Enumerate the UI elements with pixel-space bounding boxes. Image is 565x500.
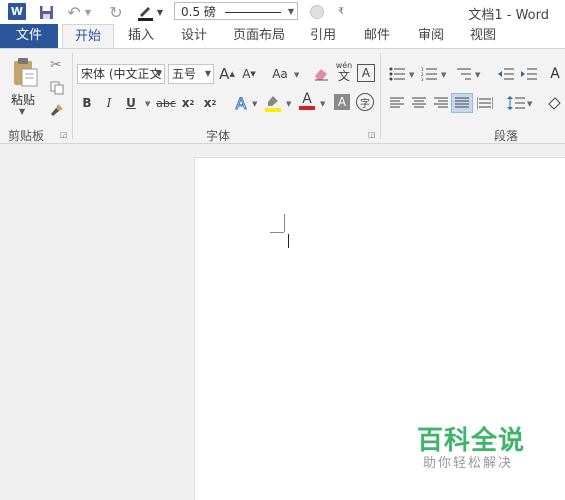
subscript-button[interactable]: x2 xyxy=(180,93,196,113)
line-spacing-icon[interactable] xyxy=(506,93,526,113)
superscript-button[interactable]: x2 xyxy=(202,93,218,113)
title-bar: W ↶ ▼ ↻ ▼ 0.5 磅 ▼ ₹ 文档1 - Word xyxy=(0,0,565,24)
clipboard-launcher-icon[interactable]: ◲ xyxy=(60,131,68,139)
tab-review[interactable]: 审阅 xyxy=(410,24,452,48)
highlight-dropdown-icon[interactable]: ▼ xyxy=(286,100,291,108)
chevron-down-icon: ▼ xyxy=(287,7,294,16)
phonetic-guide-button[interactable]: wén 文 xyxy=(334,61,354,83)
undo-icon[interactable]: ↶ xyxy=(66,3,82,22)
increase-indent-icon[interactable] xyxy=(520,64,538,84)
tab-insert[interactable]: 插入 xyxy=(120,24,162,48)
font-color-button[interactable]: A xyxy=(298,91,316,111)
customize-quick-access-icon[interactable]: ₹ xyxy=(336,3,346,21)
character-shading-button[interactable]: A xyxy=(334,94,350,110)
shrink-font-icon: A xyxy=(242,67,251,81)
multilevel-list-icon[interactable] xyxy=(454,64,472,84)
font-size-select[interactable]: 五号 ▼ xyxy=(168,64,214,84)
pen-color-icon[interactable] xyxy=(136,3,154,21)
enclose-characters-button[interactable]: 字 xyxy=(356,93,374,111)
font-name-select[interactable]: 宋体 (中文正文 ▼ xyxy=(77,64,165,84)
superscript-mark: 2 xyxy=(211,99,217,107)
shading-icon[interactable] xyxy=(546,93,564,113)
margin-mark xyxy=(270,232,284,233)
font-launcher-icon[interactable]: ◲ xyxy=(368,131,376,139)
clipboard-group-label: 剪贴板 xyxy=(8,129,45,143)
tab-design[interactable]: 设计 xyxy=(172,24,216,48)
watermark-subtitle: 助你轻松解决 xyxy=(423,456,514,471)
document-title: 文档1 - Word xyxy=(468,8,549,23)
circle-shape-icon[interactable] xyxy=(310,5,324,19)
bullets-icon[interactable] xyxy=(388,64,406,84)
ribbon-home: 粘贴 ▼ ✂ 剪贴板 ◲ 宋体 (中文正文 ▼ 五号 ▼ A ▲ A ▼ Aa ▼ … xyxy=(0,48,565,144)
paragraph-group-label: 段落 xyxy=(494,129,519,143)
align-center-icon[interactable] xyxy=(410,93,428,113)
tab-references[interactable]: 引用 xyxy=(302,24,344,48)
margin-mark xyxy=(284,214,285,232)
cut-icon[interactable]: ✂ xyxy=(50,57,62,73)
paste-button[interactable]: 粘贴 xyxy=(11,91,35,108)
format-painter-icon[interactable] xyxy=(50,103,64,117)
paste-dropdown-icon[interactable]: ▼ xyxy=(19,107,25,116)
chevron-down-icon: ▼ xyxy=(204,69,211,78)
bold-button[interactable]: B xyxy=(80,93,94,113)
group-divider xyxy=(72,53,73,139)
change-case-button[interactable]: Aa xyxy=(268,64,292,84)
line-weight-select[interactable]: 0.5 磅 ▼ xyxy=(174,2,298,20)
group-divider xyxy=(380,53,381,139)
numbering-dropdown-icon[interactable]: ▼ xyxy=(441,71,446,79)
font-size-value: 五号 xyxy=(172,67,197,81)
chevron-down-icon: ▼ xyxy=(155,69,162,78)
font-group-label: 字体 xyxy=(206,129,231,143)
sort-icon[interactable]: A xyxy=(546,64,564,84)
phonetic-bottom: 文 xyxy=(337,69,350,83)
tab-view[interactable]: 视图 xyxy=(462,24,504,48)
justify-icon[interactable] xyxy=(451,93,473,113)
underline-button[interactable]: U xyxy=(124,93,138,113)
clear-formatting-icon[interactable] xyxy=(312,64,330,84)
subscript-mark: 2 xyxy=(189,99,195,107)
line-weight-sample xyxy=(225,12,281,13)
underline-dropdown-icon[interactable]: ▼ xyxy=(145,100,150,108)
tab-page-layout[interactable]: 页面布局 xyxy=(228,24,290,48)
tab-home[interactable]: 开始 xyxy=(62,24,114,49)
text-effects-dropdown-icon[interactable]: ▼ xyxy=(252,100,257,108)
text-effects-button[interactable]: A xyxy=(232,93,250,113)
bullets-dropdown-icon[interactable]: ▼ xyxy=(409,71,414,79)
save-icon[interactable] xyxy=(38,3,54,21)
font-color-dropdown-icon[interactable]: ▼ xyxy=(320,100,325,108)
character-border-button[interactable]: A xyxy=(357,64,375,82)
text-cursor xyxy=(288,234,289,248)
pen-dropdown-icon[interactable]: ▼ xyxy=(156,3,164,21)
undo-dropdown-icon[interactable]: ▼ xyxy=(84,3,92,21)
tab-file[interactable]: 文件 xyxy=(0,24,58,48)
grow-font-button[interactable]: A ▲ xyxy=(218,64,236,84)
word-logo-icon: W xyxy=(8,3,26,20)
distributed-icon[interactable] xyxy=(476,93,494,113)
change-case-dropdown-icon[interactable]: ▼ xyxy=(294,71,299,79)
font-name-value: 宋体 (中文正文 xyxy=(81,67,162,81)
multilevel-dropdown-icon[interactable]: ▼ xyxy=(475,71,480,79)
ribbon-tabs: 文件 开始 插入 设计 页面布局 引用 邮件 审阅 视图 xyxy=(0,24,565,49)
redo-icon[interactable]: ↻ xyxy=(108,3,124,22)
superscript-x: x xyxy=(203,96,212,110)
line-spacing-dropdown-icon[interactable]: ▼ xyxy=(527,100,532,108)
grow-font-icon: A xyxy=(219,65,230,83)
decrease-indent-icon[interactable] xyxy=(497,64,515,84)
tab-mailings[interactable]: 邮件 xyxy=(356,24,398,48)
paste-icon[interactable] xyxy=(12,57,38,87)
numbering-icon[interactable]: 123 xyxy=(420,64,438,84)
copy-icon[interactable] xyxy=(50,81,64,95)
italic-button[interactable]: I xyxy=(102,93,116,113)
align-right-icon[interactable] xyxy=(432,93,450,113)
svg-text:3: 3 xyxy=(421,77,424,81)
strikethrough-button[interactable]: abc xyxy=(155,93,177,113)
highlight-color-icon[interactable] xyxy=(263,93,283,113)
font-color-bar xyxy=(299,105,315,110)
align-left-icon[interactable] xyxy=(388,93,406,113)
shrink-font-button[interactable]: A ▼ xyxy=(240,64,258,84)
font-color-letter: A xyxy=(302,90,312,107)
subscript-x: x xyxy=(181,96,190,110)
line-weight-value: 0.5 磅 xyxy=(181,5,216,19)
